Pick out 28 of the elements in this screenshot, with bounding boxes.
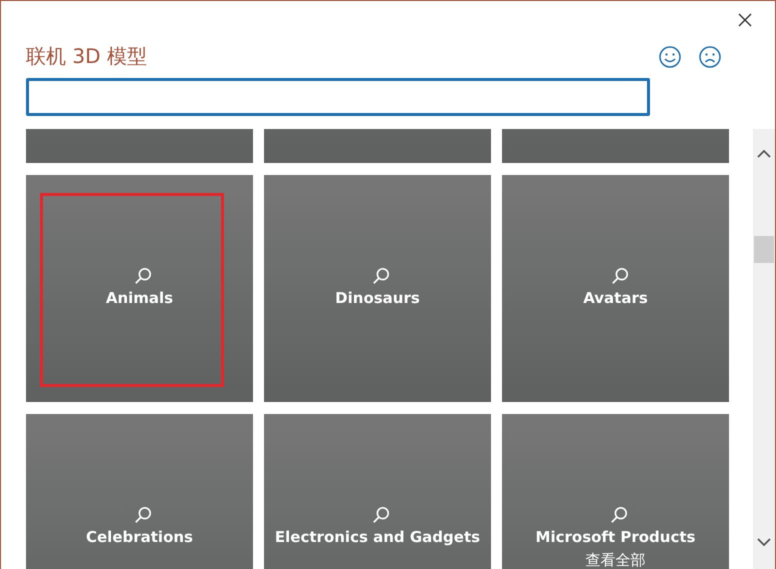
tile-label: Microsoft Products [536,526,696,548]
search-icon [372,266,390,284]
tile-sublabel: 查看全部 [585,550,646,569]
scroll-down-icon[interactable] [757,537,771,547]
search-icon [610,266,628,284]
search-icon [134,266,152,284]
frown-icon[interactable] [698,44,722,68]
model-tile[interactable]: Electronics and Gadgets [264,414,491,569]
model-tile[interactable]: Avatars [502,175,729,402]
scroll-up-icon[interactable] [757,149,771,159]
close-icon[interactable] [738,13,752,27]
model-tile[interactable]: Dinosaurs [264,175,491,402]
model-tile[interactable]: Celebrations [26,414,253,569]
smiley-icon[interactable] [658,44,682,68]
tile-label: Celebrations [86,526,193,548]
model-tile[interactable]: Microsoft Products 查看全部 [502,414,729,569]
search-icon [610,506,628,524]
search-icon [372,506,390,524]
scrollbar[interactable] [753,129,775,569]
tile-label: Electronics and Gadgets [274,526,480,548]
tile-label: Animals [106,288,174,308]
scrollbar-thumb[interactable] [754,236,774,263]
tile-label: Avatars [583,288,648,308]
search-field[interactable] [26,78,650,116]
search-icon [134,506,152,524]
model-tile[interactable]: Animals [26,175,253,402]
tile-label: Dinosaurs [335,288,420,308]
dialog-title: 联机 3D 模型 [26,43,147,70]
